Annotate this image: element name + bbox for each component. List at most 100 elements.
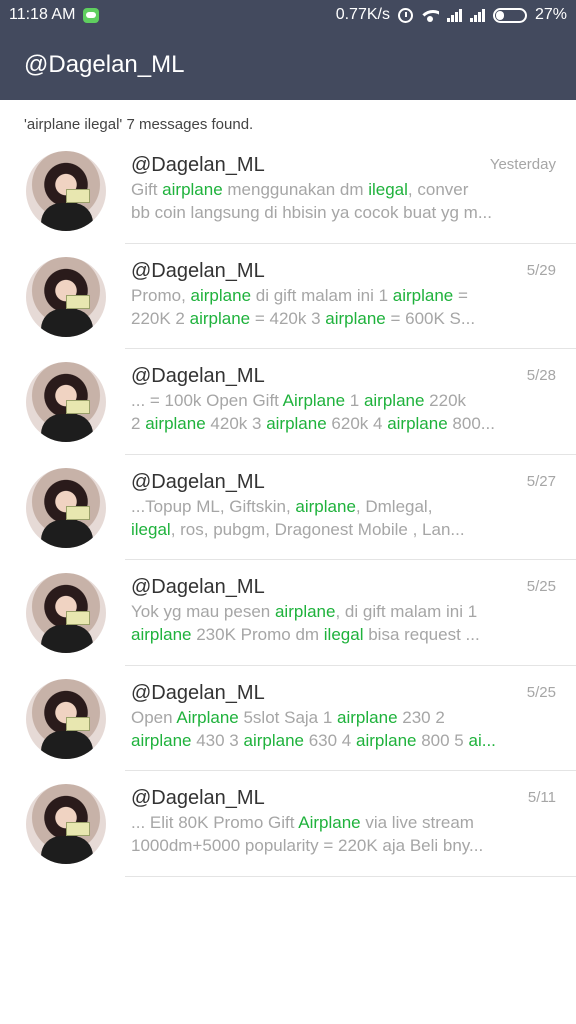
preview-line: 2 airplane 420k 3 airplane 620k 4 airpla… xyxy=(131,412,526,435)
keyword-highlight: Airplane xyxy=(282,391,346,410)
message-preview: ... = 100k Open Gift Airplane 1 airplane… xyxy=(131,389,526,435)
preview-text: bb coin langsung di hbisin ya cocok buat… xyxy=(131,203,492,222)
keyword-highlight: airplane xyxy=(131,625,192,644)
sender-name: @Dagelan_ML xyxy=(131,787,265,809)
avatar xyxy=(26,256,106,337)
message-result-item[interactable]: @Dagelan_ML 5/28... = 100k Open Gift Airp… xyxy=(0,349,576,455)
preview-text: ... = 100k Open Gift xyxy=(131,391,283,410)
preview-text: 230 2 xyxy=(397,707,445,727)
preview-line: 1000dm+5000 popularity = 220K aja Beli b… xyxy=(131,834,526,857)
keyword-highlight: airplane xyxy=(363,391,425,410)
preview-text: , Dmlegal, xyxy=(355,496,433,516)
keyword-highlight: airplane xyxy=(295,496,356,516)
avatar xyxy=(26,678,106,759)
preview-text: 420k 3 xyxy=(205,414,267,433)
preview-text: 1000dm+5000 popularity = 220K aja Beli b… xyxy=(131,836,484,855)
preview-text: 2 xyxy=(131,414,146,433)
avatar xyxy=(26,573,106,653)
preview-line: ... = 100k Open Gift Airplane 1 airplane… xyxy=(131,389,526,412)
preview-text: , di gift malam ini 1 xyxy=(335,602,478,621)
message-date: 5/25 xyxy=(526,683,556,701)
preview-text: 220K 2 xyxy=(131,308,190,328)
preview-text: = xyxy=(453,285,468,305)
preview-text: ...Topup ML, Giftskin, xyxy=(131,496,296,516)
preview-text: 430 3 xyxy=(191,730,244,750)
preview-line: bb coin langsung di hbisin ya cocok buat… xyxy=(131,201,526,224)
search-summary: 'airplane ilegal' 7 messages found. xyxy=(24,116,254,133)
preview-text: menggunakan dm xyxy=(222,180,369,199)
keyword-highlight: ilegal xyxy=(131,519,171,539)
page-title: @Dagelan_ML xyxy=(24,51,185,78)
preview-text: 620k 4 xyxy=(326,414,388,433)
keyword-highlight: airplane xyxy=(387,414,448,433)
preview-text: Open xyxy=(131,707,177,727)
preview-text: 5slot Saja 1 xyxy=(238,707,338,727)
preview-line: airplane 230K Promo dm ilegal bisa reque… xyxy=(131,623,526,646)
message-result-item[interactable]: @Dagelan_ML 5/25 Open Airplane 5slot Saja … xyxy=(0,666,576,771)
keyword-highlight: airplane xyxy=(337,707,398,727)
keyword-highlight: airplane xyxy=(356,730,417,750)
chat-header: @Dagelan_ML xyxy=(0,30,576,100)
preview-text: 220k xyxy=(424,391,467,410)
keyword-highlight: Airplane xyxy=(298,813,361,832)
sender-name: @Dagelan_ML xyxy=(131,365,265,387)
message-date: 5/27 xyxy=(526,472,556,490)
preview-text: ... Elit 80K Promo Gift xyxy=(131,813,299,832)
preview-text: 1 xyxy=(345,391,364,410)
message-preview: ... Elit 80K Promo Gift Airplane via liv… xyxy=(131,811,526,857)
preview-text: , conver xyxy=(407,180,469,199)
keyword-highlight: ilegal xyxy=(368,180,408,199)
message-date: 5/28 xyxy=(526,367,556,384)
preview-line: Promo, airplane di gift malam ini 1 airp… xyxy=(131,284,526,307)
keyword-highlight: airplane xyxy=(243,730,305,750)
message-date: 5/11 xyxy=(527,789,556,806)
message-result-item[interactable]: @Dagelan_ML Yesterday Gift airplane menggu… xyxy=(0,138,576,244)
keyword-highlight: airplane xyxy=(190,285,252,305)
message-preview: Yok yg mau pesen airplane, di gift malam… xyxy=(131,600,526,646)
signal-icon xyxy=(446,8,462,22)
message-result-item[interactable]: @Dagelan_ML 5/29 Promo, airplane di gift m… xyxy=(0,244,576,349)
preview-text: 800 5 xyxy=(416,730,469,750)
preview-text: 800... xyxy=(447,414,495,433)
avatar xyxy=(26,784,106,864)
preview-text: 630 4 xyxy=(304,730,356,750)
message-result-item[interactable]: @Dagelan_ML 5/11... Elit 80K Promo Gift A… xyxy=(0,771,576,877)
preview-line: ...Topup ML, Giftskin, airplane, Dmlegal… xyxy=(131,495,526,518)
keyword-highlight: ai... xyxy=(468,730,496,750)
preview-text: di gift malam ini 1 xyxy=(251,285,393,305)
keyword-highlight: airplane xyxy=(131,730,192,750)
preview-text: Promo, xyxy=(131,285,191,305)
preview-line: 220K 2 airplane = 420k 3 airplane = 600K… xyxy=(131,307,526,330)
sender-name: @Dagelan_ML xyxy=(131,259,265,282)
divider xyxy=(125,875,576,877)
preview-line: ilegal, ros, pubgm, Dragonest Mobile , L… xyxy=(131,518,526,541)
sender-name: @Dagelan_ML xyxy=(131,576,265,598)
sender-name: @Dagelan_ML xyxy=(131,681,265,704)
status-time: 11:18 AM xyxy=(9,6,76,23)
avatar xyxy=(26,151,106,231)
avatar xyxy=(26,467,106,548)
message-preview: ...Topup ML, Giftskin, airplane, Dmlegal… xyxy=(131,495,526,541)
preview-line: airplane 430 3 airplane 630 4 airplane 8… xyxy=(131,729,526,752)
message-result-item[interactable]: @Dagelan_ML 5/25 Yok yg mau pesen airplane… xyxy=(0,560,576,666)
preview-text: = 600K S... xyxy=(385,308,476,328)
preview-text: 230K Promo dm xyxy=(191,625,324,644)
status-bar: 11:18 AM 0.77K/s 27% xyxy=(0,0,576,30)
keyword-highlight: airplane xyxy=(162,180,223,199)
preview-text: via live stream xyxy=(360,813,474,832)
message-preview: Promo, airplane di gift malam ini 1 airp… xyxy=(131,284,526,330)
search-results-list: @Dagelan_ML Yesterday Gift airplane menggu… xyxy=(0,138,576,877)
keyword-highlight: airplane xyxy=(145,414,206,433)
preview-line: Gift airplane menggunakan dm ilegal, con… xyxy=(131,178,526,201)
network-speed: 0.77K/s xyxy=(335,6,390,23)
preview-line: Yok yg mau pesen airplane, di gift malam… xyxy=(131,600,526,623)
preview-text: Gift xyxy=(131,180,163,199)
message-date: Yesterday xyxy=(489,156,556,173)
keyword-highlight: airplane xyxy=(274,602,336,621)
message-preview: Gift airplane menggunakan dm ilegal, con… xyxy=(131,178,526,224)
wifi-icon xyxy=(420,8,439,22)
message-result-item[interactable]: @Dagelan_ML 5/27 ...Topup ML, Giftskin, ai… xyxy=(0,455,576,560)
preview-text: Yok yg mau pesen xyxy=(131,602,275,621)
keyword-highlight: airplane xyxy=(189,308,251,328)
keyword-highlight: airplane xyxy=(392,285,454,305)
